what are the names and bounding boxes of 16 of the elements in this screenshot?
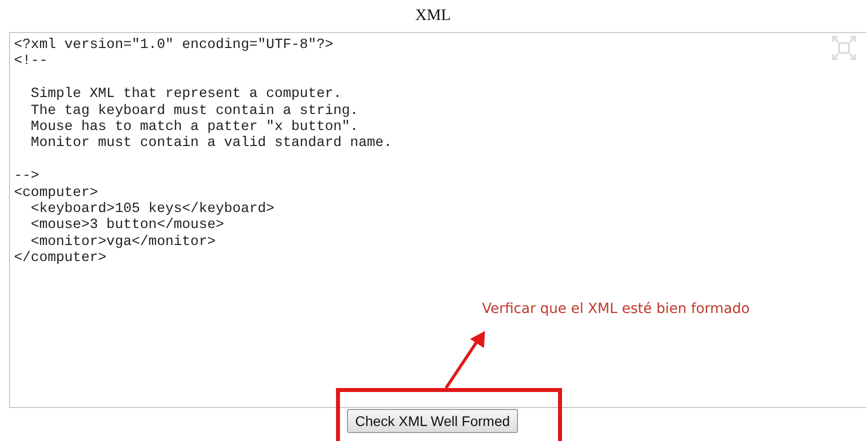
check-xml-button[interactable]: Check XML Well Formed	[347, 409, 518, 433]
xml-editor[interactable]	[9, 32, 866, 408]
code-line: <?xml version="1.0" encoding="UTF-8"?>	[14, 37, 334, 54]
code-line: Simple XML that represent a computer.	[30, 86, 342, 103]
annotation-text: Verficar que el XML esté bien formado	[482, 301, 750, 317]
code-line: -->	[14, 168, 40, 185]
code-line: <keyboard>105 keys</keyboard>	[30, 200, 274, 218]
code-line: <mouse>3 button</mouse>	[30, 217, 224, 234]
code-line: Mouse has to match a patter "x button".	[30, 118, 358, 136]
code-line: <computer>	[14, 184, 98, 201]
section-title: XML	[415, 8, 451, 24]
code-line: <!--	[14, 53, 48, 70]
code-line: </computer>	[14, 250, 106, 266]
code-line: The tag keyboard must contain a string.	[30, 102, 358, 119]
code-line: <monitor>vga</monitor>	[30, 234, 216, 250]
code-line: Monitor must contain a valid standard name.	[30, 135, 392, 152]
